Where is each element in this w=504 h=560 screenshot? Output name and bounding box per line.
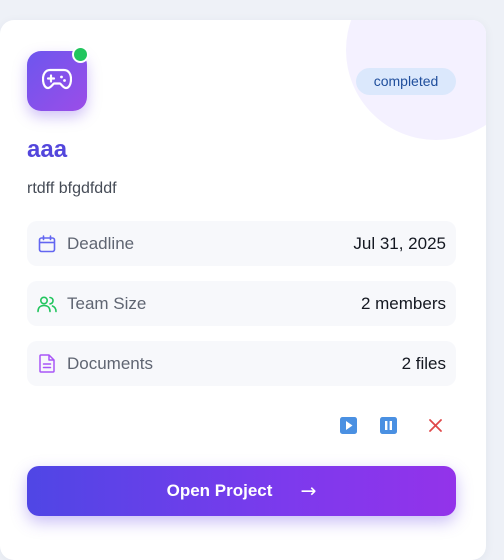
team-size-value: 2 members [360,293,446,313]
gamepad-icon [41,68,73,95]
online-status-dot [72,46,89,63]
documents-row: Documents 2 files [27,341,456,386]
document-icon [37,354,57,374]
arrow-right-icon: → [300,480,317,502]
deadline-label: Deadline [67,233,135,253]
pause-icon [380,416,397,439]
close-button[interactable] [427,418,444,438]
deadline-row: Deadline Jul 31, 2025 [27,221,456,266]
deadline-value: Jul 31, 2025 [353,233,446,253]
play-button[interactable] [340,416,357,439]
open-project-label: Open Project [166,481,273,500]
project-description: rtdff bfgdfddf [27,180,117,197]
status-badge: completed [356,68,456,95]
open-project-button[interactable]: Open Project → [27,466,456,516]
close-icon [428,418,443,438]
pause-button[interactable] [380,416,397,439]
play-icon [340,416,357,439]
documents-label: Documents [67,353,153,373]
team-size-label: Team Size [67,293,147,313]
documents-value: 2 files [401,353,446,373]
calendar-icon [37,234,57,254]
project-title: aaa [27,136,68,163]
project-card: completed aaa rtdff bfgdfddf Deadline Ju… [0,20,486,560]
team-size-row: Team Size 2 members [27,281,456,326]
users-icon [37,294,57,314]
